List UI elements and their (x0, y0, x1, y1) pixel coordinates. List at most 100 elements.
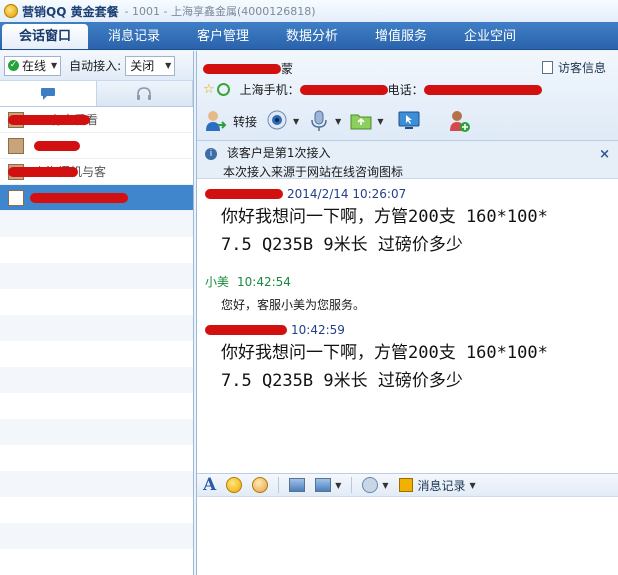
history-book-icon (398, 478, 413, 492)
message-text: 你好我想问一下啊，方管200支 160*100* 7.5 Q235B 9米长 过… (205, 203, 610, 259)
notice-line-2: 本次接入来源于网站在线咨询图标 (223, 165, 404, 179)
phone-label: 上海手机： (239, 83, 300, 97)
toolbar-separator (278, 477, 280, 493)
emoticon-button[interactable] (226, 477, 243, 493)
message-history-button[interactable]: 消息记录 ▼ (398, 477, 476, 494)
redaction-mark (34, 140, 80, 151)
redaction-mark (8, 167, 78, 177)
image-icon (289, 478, 306, 492)
chevron-down-icon: ▼ (335, 116, 342, 126)
monitor-cursor-icon (398, 111, 420, 129)
message-text: 您好，客服小美为您服务。 (221, 298, 366, 312)
list-item[interactable] (0, 133, 193, 159)
visitor-name-row: 蒙 (203, 60, 293, 77)
chevron-down-icon: ▼ (335, 480, 342, 490)
auto-accept-value: 关闭 (130, 59, 155, 73)
visitor-name-suffix: 蒙 (281, 62, 294, 76)
history-label: 消息记录 (417, 478, 466, 493)
file-transfer-button[interactable]: ▼ (349, 109, 383, 133)
online-status-select[interactable]: ✓ 在线 ▼ (4, 55, 62, 76)
message-time: 2014/2/14 10:26:07 (287, 187, 407, 201)
voice-button[interactable]: ▼ (307, 109, 341, 133)
remote-assist-button[interactable] (397, 109, 421, 133)
auto-accept-label: 自动接入: (69, 59, 122, 73)
access-notice: i 该客户是第1次接入 本次接入来源于网站在线咨询图标 × (197, 141, 618, 179)
redaction-mark (299, 84, 388, 95)
folder-icon (350, 114, 372, 130)
video-button[interactable]: ▼ (265, 109, 299, 133)
transfer-button[interactable]: 转接 (203, 109, 257, 133)
agent-name: 小美 (205, 275, 230, 289)
chat-toolbar: 转接 ▼ ▼ ▼ (203, 109, 479, 133)
shake-button[interactable]: ▼ (362, 477, 389, 493)
message-header: 10:42:59 (205, 323, 610, 337)
redaction-mark (205, 325, 287, 335)
message-time: 10:42:59 (291, 323, 345, 337)
online-check-icon: ✓ (8, 60, 19, 71)
close-icon[interactable]: × (599, 147, 610, 162)
visitor-info-label: 访客信息 (557, 61, 606, 75)
add-user-icon (450, 111, 471, 132)
add-contact-button[interactable] (447, 109, 471, 133)
redaction-mark (205, 189, 283, 199)
transfer-person-icon (206, 111, 227, 131)
tab-value-added[interactable]: 增值服务 (358, 24, 444, 49)
message-input[interactable] (197, 497, 618, 561)
refresh-icon[interactable] (216, 83, 230, 96)
shake-icon (362, 477, 379, 493)
contact-subtabs (0, 81, 193, 107)
contact-list: 有空看看 上海闲机与客 (0, 107, 193, 575)
chevron-down-icon: ▼ (51, 61, 58, 70)
empty-list-rows (0, 211, 193, 575)
message-header: 2014/2/14 10:26:07 (205, 187, 610, 201)
star-icon[interactable]: ☆ (203, 82, 215, 97)
list-item[interactable]: 有空看看 (0, 107, 193, 133)
list-item[interactable] (0, 185, 193, 211)
screenshot-button[interactable]: ▼ (315, 478, 341, 492)
visitor-header: 蒙 访客信息 ☆ 上海手机： 电话： 转接 ▼ ▼ ▼ (197, 51, 618, 141)
font-button[interactable]: A (203, 475, 216, 495)
tel-label: 电话： (387, 83, 424, 97)
toolbar-separator (351, 477, 353, 493)
tab-conversation[interactable]: 会话窗口 (2, 24, 88, 49)
chevron-down-icon: ▼ (382, 480, 389, 490)
headset-icon (137, 86, 152, 100)
auto-accept-select[interactable]: 关闭 ▼ (125, 55, 176, 76)
microphone-icon (311, 110, 327, 131)
qq-logo-icon (4, 4, 18, 18)
chevron-down-icon: ▼ (165, 61, 172, 70)
visitor-info-button[interactable]: 访客信息 (541, 59, 606, 76)
list-item[interactable]: 上海闲机与客 (0, 159, 193, 185)
avatar (8, 189, 24, 206)
app-title: 营销QQ 黄金套餐 (22, 4, 119, 19)
redaction-mark (423, 84, 542, 95)
magic-face-icon (252, 477, 269, 493)
avatar (8, 137, 24, 154)
font-icon: A (203, 475, 217, 495)
tab-message-history[interactable]: 消息记录 (91, 24, 177, 49)
input-toolbar: A ▼ ▼ 消息记录 ▼ (197, 473, 618, 497)
smiley-icon (226, 477, 243, 493)
message-text: 你好我想问一下啊，方管200支 160*100* 7.5 Q235B 9米长 过… (205, 339, 610, 395)
redaction-mark (203, 63, 281, 74)
magic-emoticon-button[interactable] (252, 477, 269, 493)
chat-history: 2014/2/14 10:26:07 你好我想问一下啊，方管200支 160*1… (197, 179, 618, 473)
tab-chat-list[interactable] (0, 81, 97, 106)
transfer-label: 转接 (233, 114, 258, 129)
tab-customer-management[interactable]: 客户管理 (180, 24, 266, 49)
notice-line-1: 该客户是第1次接入 (226, 146, 331, 160)
speech-bubble-icon (40, 87, 55, 100)
tab-data-analysis[interactable]: 数据分析 (269, 24, 355, 49)
status-bar: ✓ 在线 ▼ 自动接入: 关闭 ▼ (0, 51, 193, 81)
left-panel: ✓ 在线 ▼ 自动接入: 关闭 ▼ 有空看看 (0, 51, 194, 575)
screenshot-icon (315, 478, 332, 492)
chevron-down-icon: ▼ (377, 116, 384, 126)
send-image-button[interactable] (289, 478, 306, 492)
redaction-mark (8, 115, 90, 125)
main-tab-bar: 会话窗口 消息记录 客户管理 数据分析 增值服务 企业空间 (0, 22, 618, 50)
tab-headset[interactable] (96, 81, 193, 106)
message-header: 小美 10:42:54 (205, 273, 610, 290)
message-time: 10:42:54 (237, 274, 291, 289)
message-line: 你好我想问一下啊，方管200支 160*100* (221, 207, 548, 227)
tab-enterprise-space[interactable]: 企业空间 (447, 24, 533, 49)
